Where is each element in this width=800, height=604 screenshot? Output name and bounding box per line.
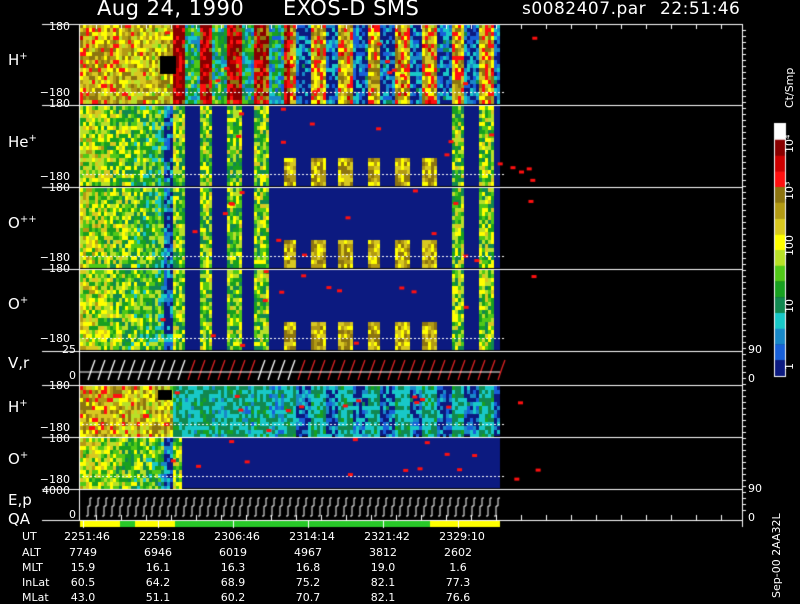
table-cell: 16.3 — [220, 561, 246, 574]
table-cell: 60.5 — [70, 576, 96, 589]
spectrogram-plot — [0, 0, 800, 600]
table-cell: 70.7 — [295, 591, 321, 604]
table-cell: 75.2 — [295, 576, 321, 589]
right-tick: 0 — [748, 511, 755, 524]
panel-label-o-plus-2: O+ — [8, 450, 29, 468]
colorbar-tick: 1 — [783, 363, 796, 370]
y-tick: 180 — [49, 379, 70, 392]
table-cell: 2602 — [444, 546, 472, 559]
table-cell: 2314:14 — [289, 530, 335, 543]
colorbar-tick: 10³ — [783, 181, 796, 200]
panel-label-o-plus-plus: O++ — [8, 214, 37, 232]
table-cell: 82.1 — [370, 576, 396, 589]
table-cell: 2329:10 — [439, 530, 485, 543]
colorbar-tick: 10 — [783, 299, 796, 313]
table-cell: 2259:18 — [139, 530, 185, 543]
table-cell: 51.1 — [145, 591, 171, 604]
table-cell: 68.9 — [220, 576, 246, 589]
table-cell: 6019 — [219, 546, 247, 559]
table-row-label: ALT — [22, 546, 41, 559]
colorbar-unit: Ct/Smp — [783, 67, 796, 108]
panel-label-he-plus: He+ — [8, 133, 37, 151]
panel-label-h-plus-2: H+ — [8, 398, 28, 416]
right-tick: 90 — [748, 343, 762, 356]
instrument-title: EXOS-D SMS — [283, 0, 420, 20]
panel-label-qa: QA — [8, 510, 31, 528]
y-tick: 4000 — [42, 484, 70, 497]
table-cell: 60.2 — [220, 591, 246, 604]
file-title: s0082407.par — [522, 0, 647, 19]
date-title: Aug 24, 1990 — [97, 0, 245, 20]
table-row-label: MLT — [22, 561, 43, 574]
y-tick: 180 — [49, 432, 70, 445]
y-tick: 180 — [49, 262, 70, 275]
table-cell: 6946 — [144, 546, 172, 559]
table-cell: 16.1 — [145, 561, 171, 574]
table-cell: 16.8 — [295, 561, 321, 574]
table-cell: 4967 — [294, 546, 322, 559]
table-cell: 15.9 — [70, 561, 96, 574]
table-row-label: UT — [22, 530, 37, 543]
colorbar-tick: 100 — [783, 235, 796, 256]
time-title: 22:51:46 — [660, 0, 741, 19]
table-cell: 43.0 — [70, 591, 96, 604]
table-cell: 7749 — [69, 546, 97, 559]
y-tick: 25 — [62, 343, 76, 356]
panel-label-vr: V,r — [8, 354, 30, 372]
table-cell: 77.3 — [445, 576, 471, 589]
table-cell: 76.6 — [445, 591, 471, 604]
panel-label-o-plus: O+ — [8, 295, 29, 313]
side-label: Sep-00 2AA32L — [770, 513, 783, 598]
table-cell: 64.2 — [145, 576, 171, 589]
y-tick: 0 — [69, 508, 76, 521]
table-cell: 19.0 — [370, 561, 396, 574]
y-tick: 180 — [49, 97, 70, 110]
y-tick: 180 — [49, 181, 70, 194]
table-cell: 2251:46 — [64, 530, 110, 543]
table-cell: 3812 — [369, 546, 397, 559]
right-tick: 0 — [748, 372, 755, 385]
table-cell: 2321:42 — [364, 530, 410, 543]
table-cell: 1.6 — [449, 561, 467, 574]
table-row-label: InLat — [22, 576, 50, 589]
y-tick: 180 — [49, 20, 70, 33]
right-tick: 90 — [748, 482, 762, 495]
table-cell: 2306:46 — [214, 530, 260, 543]
table-cell: 82.1 — [370, 591, 396, 604]
table-row-label: MLat — [22, 591, 49, 604]
panel-label-ep: E,p — [8, 491, 32, 509]
panel-label-h-plus: H+ — [8, 51, 28, 69]
colorbar-tick: 10⁴ — [783, 134, 796, 153]
